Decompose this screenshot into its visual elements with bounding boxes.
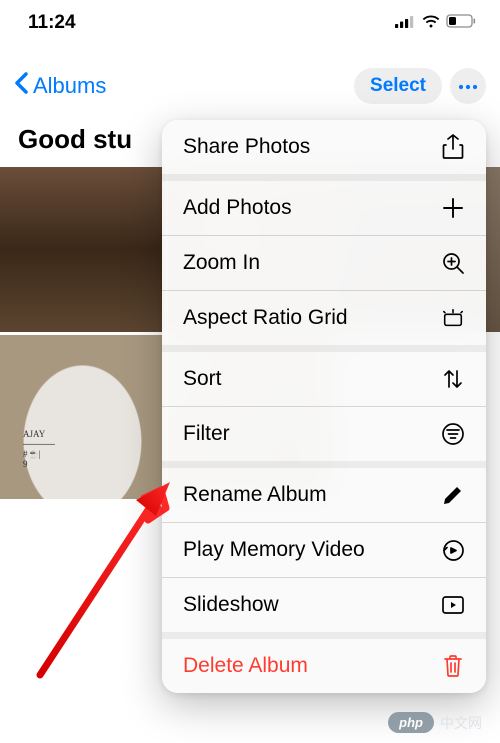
- context-menu: Share Photos Add Photos Zoom In Aspect Rati…: [162, 120, 486, 693]
- watermark: php 中文网: [388, 712, 482, 733]
- watermark-badge: php: [388, 712, 434, 733]
- select-label: Select: [370, 75, 426, 96]
- menu-item-sort[interactable]: Sort: [162, 352, 486, 407]
- menu-item-label: Zoom In: [183, 251, 260, 275]
- menu-item-zoom-in[interactable]: Zoom In: [162, 236, 486, 291]
- aspect-ratio-icon: [441, 306, 465, 330]
- menu-item-share-photos[interactable]: Share Photos: [162, 120, 486, 181]
- filter-icon: [441, 422, 465, 446]
- annotation-arrow: [18, 480, 178, 680]
- menu-item-label: Sort: [183, 367, 222, 391]
- wifi-icon: [421, 12, 441, 34]
- plus-icon: [441, 196, 465, 220]
- ellipsis-icon: [457, 77, 479, 95]
- back-button[interactable]: Albums: [14, 72, 106, 100]
- zoom-in-icon: [441, 251, 465, 275]
- sort-icon: [441, 367, 465, 391]
- photo-thumbnail[interactable]: [0, 335, 165, 500]
- menu-item-label: Play Memory Video: [183, 538, 365, 562]
- chevron-left-icon: [14, 72, 29, 100]
- menu-item-play-memory-video[interactable]: Play Memory Video: [162, 523, 486, 578]
- battery-icon: [446, 12, 476, 34]
- menu-item-aspect-ratio-grid[interactable]: Aspect Ratio Grid: [162, 291, 486, 352]
- menu-item-label: Add Photos: [183, 196, 292, 220]
- photo-thumbnail[interactable]: [0, 167, 165, 332]
- nav-actions: Select: [354, 68, 486, 104]
- menu-item-filter[interactable]: Filter: [162, 407, 486, 468]
- signal-icon: [395, 12, 416, 34]
- menu-item-label: Rename Album: [183, 483, 327, 507]
- status-indicators: [395, 12, 476, 34]
- menu-item-label: Slideshow: [183, 593, 279, 617]
- status-time: 11:24: [28, 12, 76, 34]
- watermark-label: 中文网: [440, 713, 482, 733]
- more-button[interactable]: [450, 68, 486, 104]
- status-bar: 11:24: [0, 0, 500, 40]
- memory-icon: [441, 538, 465, 562]
- menu-item-delete-album[interactable]: Delete Album: [162, 639, 486, 693]
- share-icon: [441, 135, 465, 159]
- nav-bar: Albums Select: [0, 40, 500, 124]
- menu-item-slideshow[interactable]: Slideshow: [162, 578, 486, 639]
- menu-item-label: Filter: [183, 422, 230, 446]
- menu-item-label: Aspect Ratio Grid: [183, 306, 348, 330]
- menu-item-add-photos[interactable]: Add Photos: [162, 181, 486, 236]
- menu-item-rename-album[interactable]: Rename Album: [162, 468, 486, 523]
- pencil-icon: [441, 483, 465, 507]
- menu-item-label: Share Photos: [183, 135, 310, 159]
- select-button[interactable]: Select: [354, 68, 442, 104]
- trash-icon: [441, 654, 465, 678]
- menu-item-label: Delete Album: [183, 654, 308, 678]
- back-label: Albums: [33, 73, 106, 99]
- slideshow-icon: [441, 593, 465, 617]
